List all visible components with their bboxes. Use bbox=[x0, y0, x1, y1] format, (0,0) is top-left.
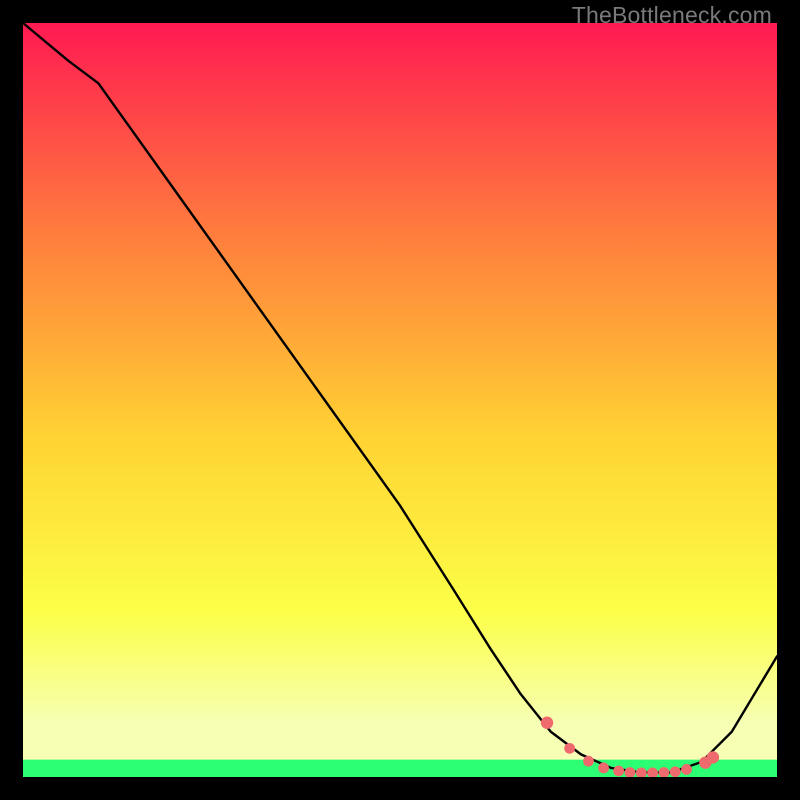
chart-frame bbox=[23, 23, 777, 777]
curve-dot bbox=[541, 717, 553, 729]
curve-dot bbox=[670, 766, 681, 777]
curve-dot bbox=[681, 764, 692, 775]
curve-dot bbox=[583, 756, 594, 767]
curve-dot bbox=[564, 743, 575, 754]
watermark-text: TheBottleneck.com bbox=[572, 2, 772, 29]
curve-dot bbox=[598, 763, 609, 774]
bottleneck-chart bbox=[23, 23, 777, 777]
curve-dot bbox=[707, 751, 719, 763]
curve-dot bbox=[613, 766, 624, 777]
